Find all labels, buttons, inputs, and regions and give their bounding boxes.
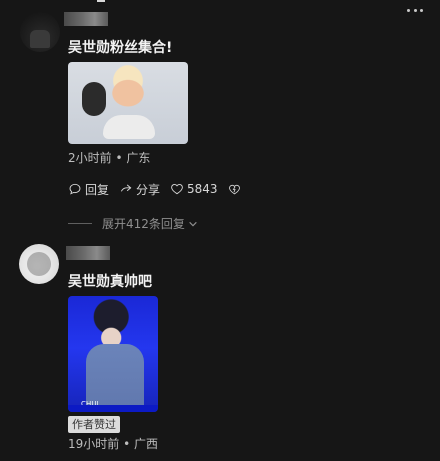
dislike-icon (228, 182, 242, 196)
dislike-button[interactable] (228, 182, 245, 196)
like-count: 5843 (187, 182, 218, 196)
comment-text: 吴世勋真帅吧 (68, 274, 152, 290)
share-button[interactable]: 分享 (119, 181, 160, 198)
username-mask (64, 12, 108, 26)
like-button[interactable]: 5843 (170, 182, 218, 196)
reply-label: 回复 (85, 182, 110, 197)
commenter-avatar[interactable] (20, 12, 60, 52)
share-label: 分享 (136, 182, 161, 197)
more-dot-3 (420, 8, 423, 12)
top-mark (97, 0, 105, 2)
more-dot-1 (407, 8, 410, 12)
author-liked-badge: 作者赞过 (68, 416, 120, 433)
comment-image[interactable]: CHUI (68, 296, 158, 412)
image-caption: CHUI (81, 400, 99, 408)
more-dot-2 (413, 8, 417, 12)
username-mask (66, 246, 110, 260)
expand-replies-label: 展开412条回复 (102, 217, 185, 231)
chevron-down-icon (188, 219, 198, 229)
reply-icon (68, 182, 82, 196)
comment-meta: 19小时前 • 广西 (68, 437, 158, 451)
expand-divider (68, 223, 92, 224)
more-icon[interactable] (407, 7, 423, 13)
heart-icon (170, 182, 184, 196)
commenter-avatar[interactable] (19, 244, 59, 284)
expand-replies-button[interactable]: 展开412条回复 (68, 215, 198, 232)
share-icon (119, 182, 133, 196)
reply-button[interactable]: 回复 (68, 181, 109, 198)
comment-image[interactable] (68, 62, 188, 144)
comment-meta: 2小时前 • 广东 (68, 151, 151, 165)
comment-actions: 回复 分享 5843 (68, 181, 255, 197)
comment-text: 吴世勋粉丝集合! (68, 40, 173, 56)
